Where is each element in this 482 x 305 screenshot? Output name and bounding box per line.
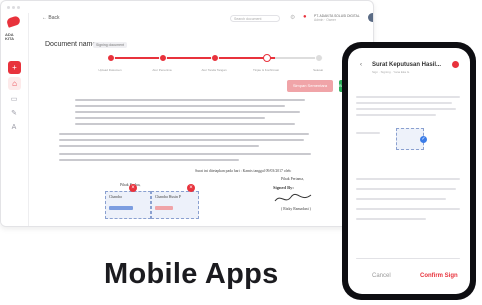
- phone-screen: ‹ Surat Keputusan Hasil... Sign · Signin…: [348, 48, 470, 294]
- step-dot-1: [107, 54, 115, 62]
- signed-by-label: Signed By:: [273, 185, 294, 190]
- check-icon: ✓: [420, 136, 427, 143]
- step-dot-3: [211, 54, 219, 62]
- back-arrow-icon[interactable]: ‹: [360, 62, 362, 68]
- page-title: Document name: [45, 41, 97, 48]
- add-button[interactable]: +: [8, 61, 21, 74]
- phone-frame: ‹ Surat Keputusan Hasil... Sign · Signin…: [342, 42, 476, 300]
- signature-icon[interactable]: ✎: [10, 110, 18, 118]
- step-dot-2: [159, 54, 167, 62]
- search-input[interactable]: Search document: [230, 15, 280, 22]
- save-draft-button[interactable]: Simpan Sementara: [287, 80, 333, 92]
- signature-field-left-2[interactable]: Chandra Husin P: [151, 191, 199, 219]
- window-controls: [7, 6, 20, 9]
- phone-title: Surat Keputusan Hasil...: [372, 62, 442, 68]
- cancel-button[interactable]: Cancel: [372, 273, 391, 279]
- caption-heading: Mobile Apps: [104, 258, 279, 290]
- user-role: Admin · Owner: [314, 18, 336, 22]
- document-preview: Surat ini ditetapkan pada hari : Kamis t…: [45, 93, 341, 226]
- bell-icon[interactable]: ●: [303, 14, 307, 20]
- place-date-text: Surat ini ditetapkan pada hari : Kamis t…: [195, 169, 292, 173]
- step-label-2: Atur Penerima: [152, 68, 172, 72]
- remove-field-icon[interactable]: ×: [129, 184, 137, 192]
- top-bar: ← Back Search document ⚙ ● PT. ADAKITA S…: [28, 13, 373, 27]
- brand-logo-text: ADA KITA: [5, 32, 15, 41]
- status-badge: Signing document: [93, 42, 128, 48]
- step-label-3: Atur Tanda Tangan: [201, 68, 227, 72]
- back-link[interactable]: ← Back: [42, 15, 60, 21]
- signature-name: Chandra: [109, 195, 122, 199]
- step-dot-4: [263, 54, 271, 62]
- avatar[interactable]: [368, 13, 373, 22]
- signature-image: [274, 193, 312, 202]
- phone-subtitle: Sign · Signing · Yana Eka G.: [372, 70, 411, 74]
- step-label-5: Selesai: [313, 68, 323, 72]
- signature-name-2: Chandra Husin P: [155, 195, 181, 199]
- gear-icon[interactable]: ⚙: [290, 14, 295, 21]
- desktop-window: ADA KITA + ⌂ ▭ ✎ A ← Back Search document…: [0, 0, 374, 227]
- menu-icon[interactable]: [452, 61, 459, 68]
- brand-logo: [5, 15, 22, 28]
- home-icon[interactable]: ⌂: [8, 77, 21, 90]
- step-label-4: Tinjau & Konfirmasi: [253, 68, 279, 72]
- step-label-1: Upload Dokumen: [98, 68, 122, 72]
- back-label: Back: [48, 15, 60, 21]
- confirm-sign-button[interactable]: Confirm Sign: [420, 273, 458, 279]
- sidebar-rail: ADA KITA + ⌂ ▭ ✎ A: [1, 13, 29, 226]
- user-info[interactable]: PT. ADAKITA SOLUSI DIGITAL Admin · Owner: [314, 14, 362, 22]
- right-sign-title: Pihak Pertama,: [281, 177, 304, 181]
- translate-icon[interactable]: A: [10, 124, 18, 132]
- document-icon[interactable]: ▭: [10, 96, 18, 104]
- right-sign-name: ( Rizky Ramadani ): [281, 207, 311, 211]
- signature-field-left-1[interactable]: Chandra: [105, 191, 151, 219]
- remove-field-icon[interactable]: ×: [187, 184, 195, 192]
- step-dot-5: [315, 54, 323, 62]
